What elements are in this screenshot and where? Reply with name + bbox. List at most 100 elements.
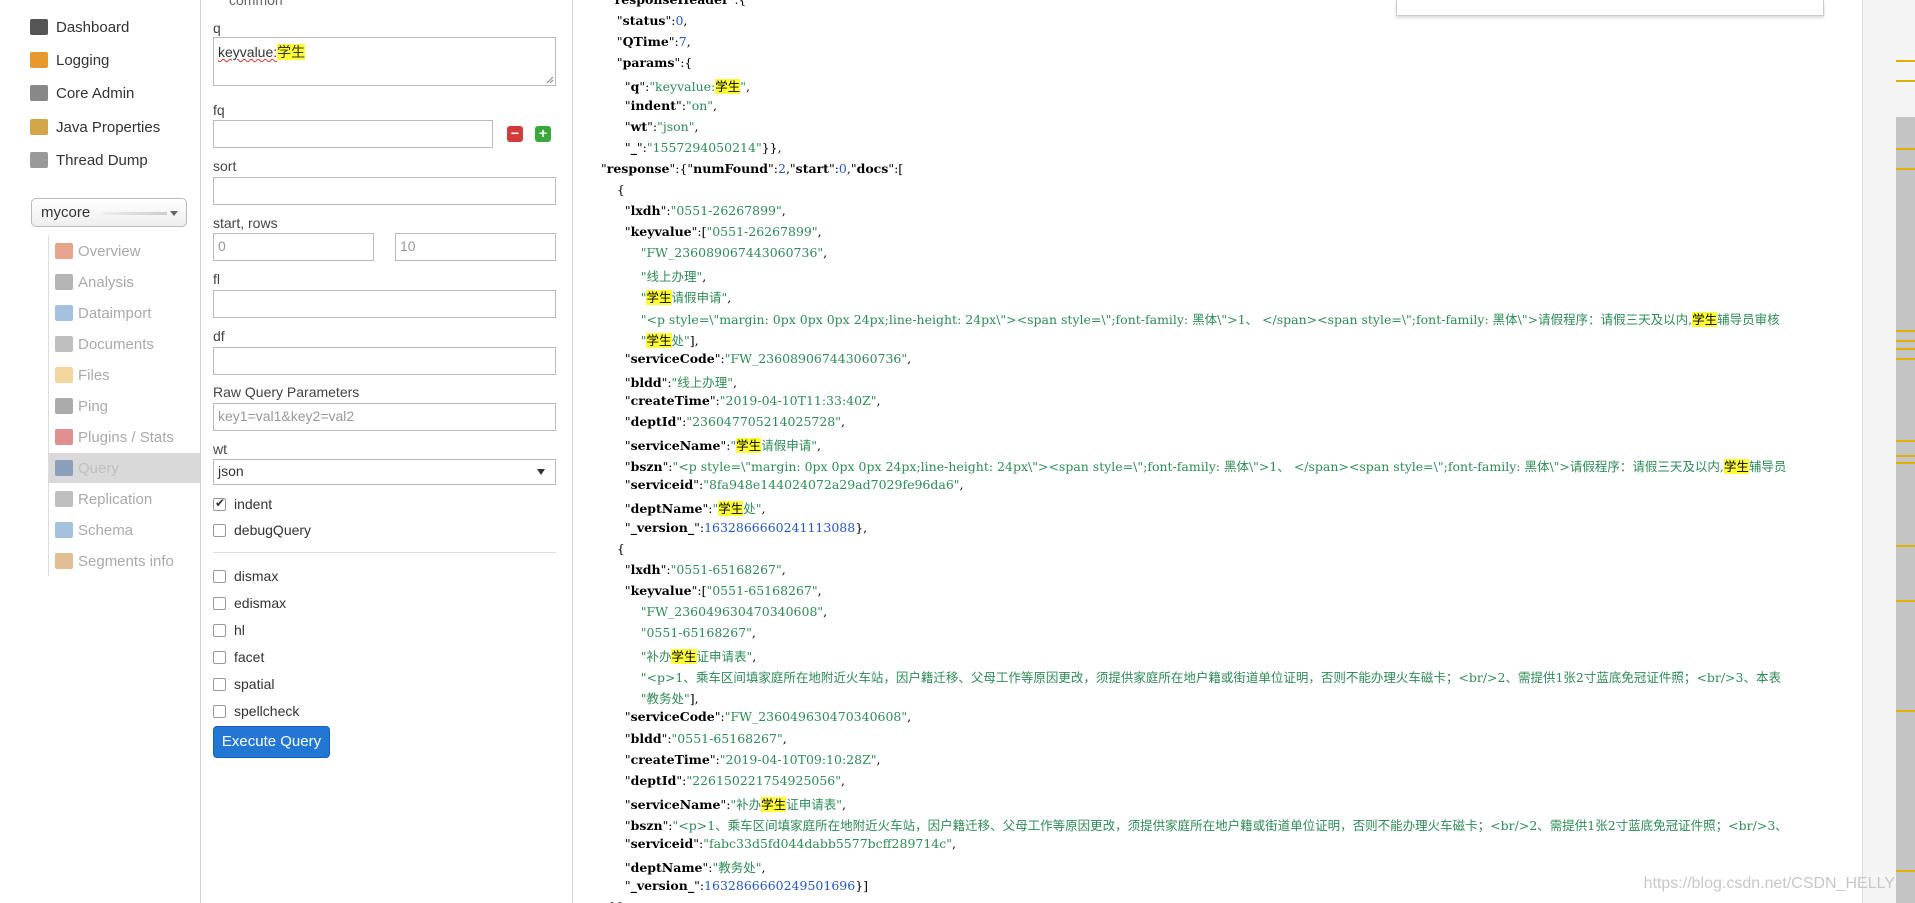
json-punct: "	[601, 561, 631, 577]
scrollbar-match-marker	[1896, 600, 1915, 602]
rows-input[interactable]: 10	[395, 233, 556, 261]
core-item-query[interactable]: Query	[49, 453, 201, 483]
fl-input[interactable]	[213, 290, 556, 318]
df-input[interactable]	[213, 347, 556, 375]
checkbox-empty-icon[interactable]	[213, 523, 226, 537]
checkbox-empty-icon[interactable]	[213, 569, 226, 583]
nav-item-logging[interactable]: Logging	[30, 46, 109, 74]
sidebar: Dashboard Logging Core Admin Java Propertie…	[0, 0, 201, 903]
json-punct: ":	[828, 160, 839, 176]
json-punct: ,	[817, 582, 822, 598]
json-punct: ,	[761, 860, 766, 876]
json-punct: "	[601, 79, 631, 95]
checkbox-empty-icon[interactable]	[213, 596, 226, 610]
start-input[interactable]: 0	[213, 233, 374, 261]
json-key: responseHeader	[615, 0, 729, 7]
remove-fq-button[interactable]: −	[507, 126, 523, 142]
nav-item-core-admin[interactable]: Core Admin	[30, 79, 134, 107]
json-key: _version_	[630, 878, 695, 894]
json-punct: "	[601, 477, 631, 493]
checkbox-spellcheck[interactable]: spellcheck	[213, 701, 299, 721]
core-item-ping[interactable]: Ping	[49, 391, 201, 421]
checkbox-indent[interactable]: indent	[213, 494, 272, 514]
json-punct: ],	[689, 332, 699, 348]
json-key: serviceCode	[630, 709, 715, 725]
json-punct: ":	[693, 477, 704, 493]
response-line: }}	[601, 899, 625, 903]
nav-item-dashboard[interactable]: Dashboard	[30, 13, 129, 41]
json-key: params	[622, 55, 675, 71]
nav-item-thread-dump[interactable]: Thread Dump	[30, 146, 148, 174]
popup-panel	[1396, 0, 1824, 16]
checkbox-empty-icon[interactable]	[213, 677, 226, 691]
json-punct: ":	[720, 438, 731, 454]
response-line: "responseHeader":{	[601, 0, 747, 7]
json-punct: }]	[855, 878, 869, 894]
json-punct: "	[601, 772, 631, 788]
json-punct: "	[601, 224, 631, 240]
checkbox-spatial[interactable]: spatial	[213, 674, 274, 694]
json-punct: "	[601, 878, 631, 894]
json-string: "<p style=\"margin: 0px 0px 0px 24px;lin…	[672, 459, 1724, 475]
q-textarea[interactable]: keyvalue:学生	[213, 37, 556, 86]
json-key: bldd	[630, 730, 662, 746]
execute-query-button[interactable]: Execute Query	[213, 726, 330, 758]
checkbox-empty-icon[interactable]	[213, 650, 226, 664]
checkbox-facet[interactable]: facet	[213, 647, 264, 667]
json-punct: ,	[952, 836, 956, 851]
watermark: https://blog.csdn.net/CSDN_HELLY	[1643, 875, 1895, 892]
sort-input[interactable]	[213, 177, 556, 205]
core-item-replication[interactable]: Replication	[49, 484, 201, 514]
core-item-analysis[interactable]: Analysis	[49, 267, 201, 297]
core-item-schema[interactable]: Schema	[49, 515, 201, 545]
checkbox-checked-icon[interactable]	[213, 496, 226, 511]
add-fq-button[interactable]: +	[535, 126, 551, 142]
json-punct: "	[601, 519, 631, 535]
checkbox-hl[interactable]: hl	[213, 620, 245, 640]
json-key: indent	[630, 97, 676, 113]
nav-item-label: Logging	[56, 51, 110, 69]
json-string: "<p style=\"margin: 0px 0px 0px 24px;lin…	[601, 311, 1693, 327]
scrollbar[interactable]	[1862, 0, 1915, 903]
core-selector[interactable]: mycore	[31, 198, 187, 227]
json-string: "	[601, 290, 647, 306]
fq-input[interactable]	[213, 120, 493, 148]
nav-item-label: Core Admin	[56, 84, 135, 102]
wt-select[interactable]: json	[213, 459, 556, 485]
json-punct: {	[601, 540, 625, 556]
raw-query-input[interactable]: key1=val1&key2=val2	[213, 403, 556, 431]
wt-selected-value: json	[218, 463, 244, 479]
json-punct: ":	[661, 374, 672, 390]
response-line: "0551-65168267",	[601, 625, 756, 640]
json-punct: "	[601, 97, 631, 113]
q-value-prefix: keyvalue:	[218, 44, 278, 60]
core-item-files[interactable]: Files	[49, 360, 201, 390]
nav-item-java-properties[interactable]: Java Properties	[30, 113, 160, 141]
json-punct: ,	[823, 603, 828, 619]
core-item-segments-info[interactable]: Segments info	[49, 546, 201, 576]
scrollbar-match-marker	[1896, 60, 1915, 62]
response-line: "keyvalue":["0551-65168267",	[601, 583, 822, 598]
checkbox-debugquery[interactable]: debugQuery	[213, 520, 311, 540]
core-item-documents[interactable]: Documents	[49, 329, 201, 359]
response-line: "_version_":1632866660249501696}]	[601, 878, 868, 893]
checkbox-dismax[interactable]: dismax	[213, 566, 278, 586]
core-item-dataimport[interactable]: Dataimport	[49, 298, 201, 328]
json-number: 7	[678, 34, 687, 50]
json-punct: ":	[694, 519, 705, 535]
search-highlight: 学生	[1723, 459, 1749, 475]
json-string: "<p>1、乘车区间填家庭所在地附近火车站，因户籍迁移、父母工作等原因更改，须提…	[672, 817, 1788, 833]
checkbox-empty-icon[interactable]	[213, 704, 226, 718]
core-item-overview[interactable]: Overview	[49, 236, 201, 266]
json-key: status	[622, 13, 666, 29]
scrollbar-match-marker	[1896, 870, 1915, 872]
core-item-plugins-stats[interactable]: Plugins / Stats	[49, 422, 201, 452]
checkbox-edismax[interactable]: edismax	[213, 593, 286, 613]
json-punct: ":	[662, 817, 673, 833]
json-punct: ":{	[729, 0, 747, 7]
checkbox-empty-icon[interactable]	[213, 623, 226, 637]
json-string: 请假申请"	[761, 438, 817, 454]
scrollbar-thumb[interactable]	[1896, 117, 1915, 903]
resize-handle-icon[interactable]	[546, 76, 554, 84]
search-highlight: 学生	[671, 649, 697, 665]
